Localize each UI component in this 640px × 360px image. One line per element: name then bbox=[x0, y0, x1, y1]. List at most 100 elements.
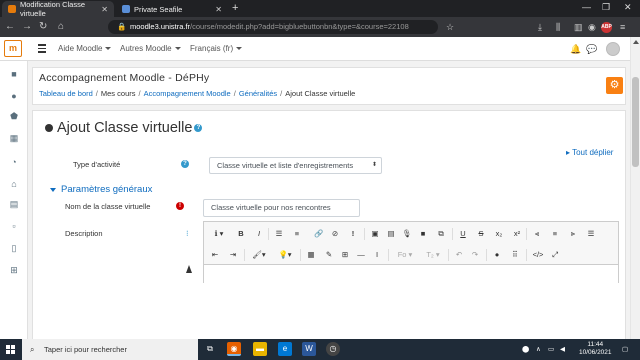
close-tab-icon[interactable]: ✕ bbox=[215, 5, 222, 14]
close-tab-icon[interactable]: ✕ bbox=[101, 5, 108, 14]
link-icon[interactable]: 🔗 bbox=[314, 227, 324, 241]
participants-icon[interactable]: ■ bbox=[9, 69, 19, 79]
address-bar[interactable]: 🔒 moodle3.unistra.fr/course/modedit.php?… bbox=[108, 20, 438, 34]
accessibility-checker-icon[interactable]: ● bbox=[492, 248, 502, 262]
people-icon[interactable]: ⬤ bbox=[522, 339, 529, 360]
private-files-icon[interactable]: ▫ bbox=[9, 221, 19, 231]
restore-icon[interactable]: ❐ bbox=[602, 2, 610, 13]
app-menu-icon[interactable]: ≡ bbox=[620, 21, 625, 33]
bullet-list-icon[interactable]: ☰ bbox=[274, 227, 284, 241]
paragraph-style-icon[interactable]: ℹ ▾ bbox=[210, 227, 228, 241]
grades-icon[interactable]: ▦ bbox=[9, 133, 19, 143]
unlink-icon[interactable]: ⊘ bbox=[330, 227, 340, 241]
numbered-list-icon[interactable]: ≡ bbox=[292, 227, 302, 241]
close-window-icon[interactable]: ✕ bbox=[624, 2, 632, 13]
avatar[interactable] bbox=[606, 42, 620, 56]
breadcrumb-course[interactable]: Accompagnement Moodle bbox=[144, 89, 231, 98]
notification-bell-icon[interactable]: 🔔 bbox=[570, 44, 581, 54]
media-icon[interactable]: ▤ bbox=[386, 227, 396, 241]
site-home-icon[interactable]: ⌂ bbox=[9, 179, 19, 189]
network-icon[interactable]: ▭ bbox=[548, 339, 554, 360]
badges-icon[interactable]: ⬟ bbox=[9, 111, 19, 121]
redo-icon[interactable]: ↷ bbox=[470, 248, 480, 262]
menu-language[interactable]: Français ‎(fr)‎ bbox=[190, 44, 243, 54]
back-icon[interactable]: ← bbox=[5, 21, 15, 33]
volume-icon[interactable]: ◀ bbox=[560, 339, 565, 360]
section-general-settings[interactable]: Paramètres généraux bbox=[50, 184, 152, 195]
important-icon[interactable]: ! bbox=[348, 227, 358, 241]
hamburger-menu-icon[interactable] bbox=[38, 44, 46, 53]
fullscreen-icon[interactable]: ⤢ bbox=[550, 248, 560, 262]
superscript-icon[interactable]: x² bbox=[512, 227, 522, 241]
align-left-icon[interactable]: ⫷ bbox=[532, 227, 542, 241]
indent-icon[interactable]: ⇥ bbox=[228, 248, 238, 262]
background-color-icon[interactable]: 💡▾ bbox=[276, 248, 294, 262]
image-icon[interactable]: ▣ bbox=[370, 227, 380, 241]
edit-icon[interactable]: ✎ bbox=[324, 248, 334, 262]
help-icon[interactable]: ? bbox=[181, 160, 189, 168]
undo-icon[interactable]: ↶ bbox=[454, 248, 464, 262]
tab-modification-classe-virtuelle[interactable]: Modification Classe virtuelle ✕ bbox=[2, 0, 114, 18]
align-right-icon[interactable]: ⫸ bbox=[568, 227, 578, 241]
firefox-icon[interactable]: ◉ bbox=[227, 342, 241, 356]
record-video-icon[interactable]: ■ bbox=[418, 227, 428, 241]
scrollbar-thumb[interactable] bbox=[632, 77, 639, 167]
gear-icon[interactable]: ⚙ bbox=[606, 77, 623, 94]
name-field[interactable]: Classe virtuelle pour nos rencontres bbox=[203, 199, 360, 217]
manage-files-icon[interactable]: ⧉ bbox=[436, 227, 446, 241]
home-icon[interactable]: ⌂ bbox=[58, 21, 64, 33]
menu-aide-moodle[interactable]: Aide Moodle bbox=[58, 44, 112, 54]
horizontal-rule-icon[interactable]: — bbox=[356, 248, 366, 262]
account-icon[interactable]: ◉ bbox=[588, 21, 596, 33]
sidebar-icon[interactable]: ▥ bbox=[574, 21, 583, 33]
adblock-icon[interactable]: ABP bbox=[601, 22, 612, 33]
italic-icon[interactable]: I bbox=[254, 227, 264, 241]
messages-icon[interactable]: 💬 bbox=[586, 44, 597, 54]
task-view-icon[interactable]: ⧉ bbox=[203, 342, 217, 356]
subscript-icon[interactable]: x₂ bbox=[494, 227, 504, 241]
forward-icon[interactable]: → bbox=[22, 21, 32, 33]
activity-type-select[interactable]: Classe virtuelle et liste d'enregistreme… bbox=[209, 157, 382, 174]
expand-all-link[interactable]: ▸ Tout déplier bbox=[566, 148, 613, 157]
clear-formatting-icon[interactable]: I bbox=[372, 248, 382, 262]
calendar-icon[interactable]: ▤ bbox=[9, 199, 19, 209]
reload-icon[interactable]: ↻ bbox=[39, 21, 47, 33]
users-icon[interactable]: ● bbox=[9, 91, 19, 101]
library-icon[interactable]: ⫼ bbox=[556, 21, 560, 33]
font-size-dropdown[interactable]: T₂ ▾ bbox=[422, 248, 444, 262]
content-bank-icon[interactable]: ▯ bbox=[9, 243, 19, 253]
record-audio-icon[interactable]: 🎙 bbox=[402, 227, 412, 241]
new-tab-icon[interactable]: + bbox=[232, 2, 238, 14]
tab-private-seafile[interactable]: Private Seafile ✕ bbox=[116, 1, 228, 17]
calculator-icon[interactable]: ▦ bbox=[306, 248, 316, 262]
description-editor-area[interactable] bbox=[204, 266, 618, 286]
justify-icon[interactable]: ☰ bbox=[586, 227, 596, 241]
taskbar-search-input[interactable]: ⌕ Taper ici pour rechercher bbox=[22, 339, 198, 360]
moodle-logo[interactable]: m bbox=[4, 40, 22, 57]
clock-app-icon[interactable]: ◷ bbox=[326, 342, 340, 356]
align-center-icon[interactable]: ≡ bbox=[550, 227, 560, 241]
bookmark-star-icon[interactable]: ☆ bbox=[446, 21, 454, 33]
text-color-icon[interactable]: 🖌▾ bbox=[250, 248, 268, 262]
page-scrollbar[interactable] bbox=[630, 37, 640, 339]
html-source-icon[interactable]: </> bbox=[532, 248, 544, 262]
file-explorer-icon[interactable]: ▬ bbox=[253, 342, 267, 356]
outdent-icon[interactable]: ⇤ bbox=[210, 248, 220, 262]
breadcrumb-dashboard[interactable]: Tableau de bord bbox=[39, 89, 93, 98]
screenreader-helper-icon[interactable]: ⠿ bbox=[510, 248, 520, 262]
notifications-icon[interactable]: ▢ bbox=[622, 339, 628, 360]
help-icon[interactable]: ? bbox=[194, 124, 203, 132]
add-block-icon[interactable]: ⊞ bbox=[9, 265, 19, 275]
menu-autres-moodle[interactable]: Autres Moodle bbox=[120, 44, 181, 54]
edge-icon[interactable]: e bbox=[278, 342, 292, 356]
windows-start-icon[interactable] bbox=[6, 345, 15, 354]
bold-icon[interactable]: B bbox=[236, 227, 246, 241]
breadcrumb-section[interactable]: Généralités bbox=[239, 89, 277, 98]
word-icon[interactable]: W bbox=[302, 342, 316, 356]
dashboard-icon[interactable]: ◔ bbox=[9, 157, 19, 167]
scroll-up-icon[interactable] bbox=[633, 40, 639, 44]
download-icon[interactable]: ⤓ bbox=[538, 21, 542, 33]
underline-icon[interactable]: U bbox=[458, 227, 468, 241]
font-family-dropdown[interactable]: Fo ▾ bbox=[394, 248, 416, 262]
tray-chevron-icon[interactable]: ∧ bbox=[536, 339, 541, 360]
